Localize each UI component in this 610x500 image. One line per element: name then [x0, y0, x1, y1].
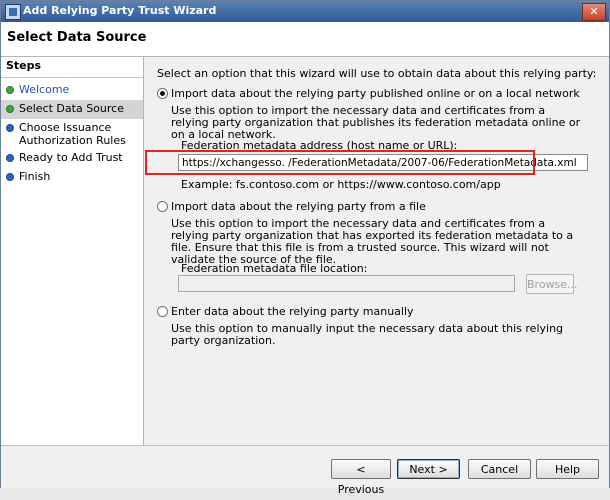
- steps-heading: Steps: [1, 57, 143, 78]
- manual-description: Use this option to manually input the ne…: [171, 322, 564, 347]
- step-ready-to-add-trust: Ready to Add Trust: [1, 149, 143, 168]
- browse-button[interactable]: Browse...: [526, 274, 578, 294]
- step-label: Ready to Add Trust: [19, 151, 123, 164]
- file-location-input[interactable]: [178, 275, 515, 292]
- step-choose-issuance-authorization-rules: Choose Issuance Authorization Rules: [1, 119, 143, 149]
- radio-online[interactable]: [157, 88, 168, 99]
- step-pending-icon: [6, 154, 14, 162]
- radio-manual[interactable]: [157, 306, 168, 317]
- page-title: Select Data Source: [7, 30, 147, 45]
- step-label: Choose Issuance Authorization Rules: [19, 121, 126, 147]
- steps-panel: Steps Welcome Select Data Source Choose …: [1, 57, 144, 487]
- title-bar[interactable]: Add Relying Party Trust Wizard ✕: [1, 1, 609, 22]
- step-select-data-source[interactable]: Select Data Source: [1, 100, 143, 119]
- step-pending-icon: [6, 124, 14, 132]
- radio-file[interactable]: [157, 201, 168, 212]
- window-title: Add Relying Party Trust Wizard: [23, 4, 217, 17]
- example-text: Example: fs.contoso.com or https://www.c…: [181, 178, 501, 191]
- step-label: Welcome: [19, 83, 70, 96]
- step-label: Finish: [19, 170, 51, 183]
- help-button[interactable]: Help: [536, 459, 599, 479]
- next-button[interactable]: Next >: [397, 459, 460, 479]
- online-description: Use this option to import the necessary …: [171, 104, 581, 141]
- step-pending-icon: [6, 173, 14, 181]
- step-current-icon: [6, 105, 14, 113]
- wizard-window: Add Relying Party Trust Wizard ✕ Select …: [0, 0, 610, 496]
- radio-file-label[interactable]: Import data about the relying party from…: [171, 200, 426, 213]
- app-icon: [5, 4, 21, 20]
- radio-online-label[interactable]: Import data about the relying party publ…: [171, 87, 580, 100]
- button-bar: < Previous Next > Cancel Help: [1, 445, 609, 496]
- close-button[interactable]: ✕: [582, 3, 606, 21]
- file-description: Use this option to import the necessary …: [171, 217, 574, 266]
- page-header: Select Data Source: [1, 22, 609, 57]
- file-location-label: Federation metadata file location:: [181, 262, 368, 275]
- radio-manual-label[interactable]: Enter data about the relying party manua…: [171, 305, 414, 318]
- previous-button[interactable]: < Previous: [331, 459, 391, 496]
- step-complete-icon: [6, 86, 14, 94]
- step-label: Select Data Source: [19, 102, 124, 115]
- cancel-button[interactable]: Cancel: [468, 459, 531, 479]
- highlight-box: [145, 150, 535, 175]
- step-finish: Finish: [1, 168, 143, 187]
- step-welcome[interactable]: Welcome: [1, 81, 143, 100]
- intro-text: Select an option that this wizard will u…: [157, 67, 597, 80]
